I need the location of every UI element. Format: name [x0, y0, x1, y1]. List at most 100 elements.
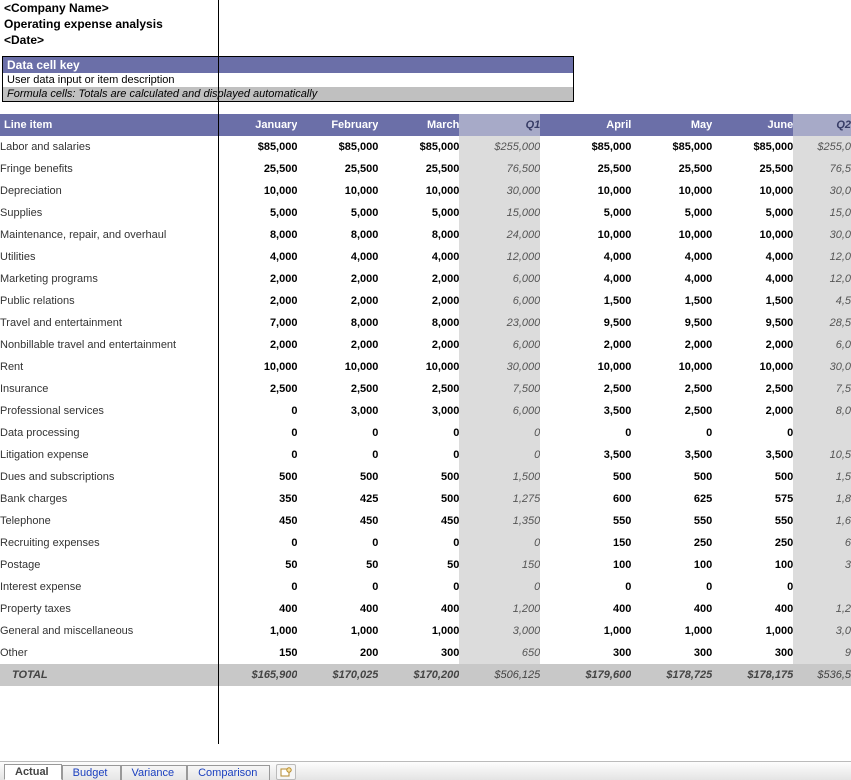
cell[interactable]: 0	[378, 422, 459, 444]
cell[interactable]: $85,000	[712, 136, 793, 158]
cell[interactable]: 2,500	[712, 378, 793, 400]
tab-comparison[interactable]: Comparison	[187, 765, 270, 780]
cell[interactable]: 8,000	[378, 224, 459, 246]
cell[interactable]: 1,000	[550, 620, 631, 642]
cell[interactable]: 0	[378, 444, 459, 466]
cell[interactable]: 3,500	[631, 444, 712, 466]
cell[interactable]: 4,000	[217, 246, 298, 268]
cell[interactable]: 2,000	[217, 334, 298, 356]
cell[interactable]: 100	[712, 554, 793, 576]
table-row[interactable]: Depreciation10,00010,00010,00030,00010,0…	[0, 180, 851, 202]
cell[interactable]: 2,000	[217, 268, 298, 290]
cell[interactable]: 2,000	[297, 290, 378, 312]
cell[interactable]: 300	[712, 642, 793, 664]
cell[interactable]: 600	[550, 488, 631, 510]
cell[interactable]: 0	[712, 576, 793, 598]
cell[interactable]: 300	[631, 642, 712, 664]
cell[interactable]: 7,000	[217, 312, 298, 334]
cell[interactable]: 0	[217, 444, 298, 466]
cell[interactable]: 9,500	[631, 312, 712, 334]
cell[interactable]: 300	[550, 642, 631, 664]
cell[interactable]: 100	[631, 554, 712, 576]
cell[interactable]: 1,500	[712, 290, 793, 312]
cell[interactable]: 2,500	[297, 378, 378, 400]
cell[interactable]: 10,000	[217, 180, 298, 202]
cell[interactable]: 10,000	[631, 356, 712, 378]
cell[interactable]: 500	[217, 466, 298, 488]
cell[interactable]: 550	[712, 510, 793, 532]
cell[interactable]: 1,000	[712, 620, 793, 642]
cell[interactable]: 8,000	[297, 224, 378, 246]
cell[interactable]: 2,500	[550, 378, 631, 400]
cell[interactable]: 8,000	[217, 224, 298, 246]
cell[interactable]: 5,000	[297, 202, 378, 224]
table-row[interactable]: Nonbillable travel and entertainment2,00…	[0, 334, 851, 356]
cell[interactable]: 0	[378, 576, 459, 598]
cell[interactable]: 0	[297, 422, 378, 444]
cell[interactable]: 400	[378, 598, 459, 620]
cell[interactable]: 0	[297, 444, 378, 466]
cell[interactable]: 250	[631, 532, 712, 554]
table-row[interactable]: Telephone4504504501,3505505505501,6	[0, 510, 851, 532]
cell[interactable]: 1,000	[297, 620, 378, 642]
cell[interactable]: 2,000	[297, 268, 378, 290]
table-row[interactable]: Insurance2,5002,5002,5007,5002,5002,5002…	[0, 378, 851, 400]
cell[interactable]: 5,000	[712, 202, 793, 224]
cell[interactable]: $85,000	[631, 136, 712, 158]
cell[interactable]: 3,500	[550, 400, 631, 422]
cell[interactable]: 25,500	[297, 158, 378, 180]
table-row[interactable]: Maintenance, repair, and overhaul8,0008,…	[0, 224, 851, 246]
cell[interactable]: 2,000	[712, 334, 793, 356]
cell[interactable]: 2,000	[712, 400, 793, 422]
cell[interactable]: 425	[297, 488, 378, 510]
cell[interactable]: 25,500	[631, 158, 712, 180]
cell[interactable]: 500	[631, 466, 712, 488]
cell[interactable]: $85,000	[550, 136, 631, 158]
cell[interactable]: 400	[297, 598, 378, 620]
cell[interactable]: 400	[550, 598, 631, 620]
cell[interactable]: 10,000	[378, 356, 459, 378]
cell[interactable]: 2,500	[217, 378, 298, 400]
cell[interactable]: 10,000	[550, 180, 631, 202]
cell[interactable]: 1,500	[631, 290, 712, 312]
table-row[interactable]: Fringe benefits25,50025,50025,50076,5002…	[0, 158, 851, 180]
table-row[interactable]: Marketing programs2,0002,0002,0006,0004,…	[0, 268, 851, 290]
cell[interactable]: 100	[550, 554, 631, 576]
cell[interactable]: 0	[631, 422, 712, 444]
table-row[interactable]: Other1502003006503003003009	[0, 642, 851, 664]
cell[interactable]: 350	[217, 488, 298, 510]
table-row[interactable]: Public relations2,0002,0002,0006,0001,50…	[0, 290, 851, 312]
table-row[interactable]: Bank charges3504255001,2756006255751,8	[0, 488, 851, 510]
cell[interactable]: 25,500	[550, 158, 631, 180]
cell[interactable]: 0	[712, 422, 793, 444]
cell[interactable]: 10,000	[550, 356, 631, 378]
cell[interactable]: 5,000	[378, 202, 459, 224]
expense-table[interactable]: Line item January February March Q1 Apri…	[0, 114, 851, 686]
cell[interactable]: 10,000	[712, 180, 793, 202]
cell[interactable]: 4,000	[378, 246, 459, 268]
cell[interactable]: 400	[712, 598, 793, 620]
table-row[interactable]: Postage5050501501001001003	[0, 554, 851, 576]
cell[interactable]: 2,000	[297, 334, 378, 356]
cell[interactable]: 9,500	[712, 312, 793, 334]
cell[interactable]: 10,000	[631, 180, 712, 202]
cell[interactable]: 4,000	[550, 268, 631, 290]
table-row[interactable]: Litigation expense00003,5003,5003,50010,…	[0, 444, 851, 466]
table-row[interactable]: Property taxes4004004001,2004004004001,2	[0, 598, 851, 620]
cell[interactable]: 10,000	[297, 180, 378, 202]
cell[interactable]: 50	[217, 554, 298, 576]
cell[interactable]: 450	[378, 510, 459, 532]
cell[interactable]: 2,000	[550, 334, 631, 356]
cell[interactable]: 50	[297, 554, 378, 576]
cell[interactable]: 575	[712, 488, 793, 510]
cell[interactable]: 10,000	[297, 356, 378, 378]
cell[interactable]: 25,500	[712, 158, 793, 180]
cell[interactable]: 400	[217, 598, 298, 620]
cell[interactable]: 4,000	[550, 246, 631, 268]
cell[interactable]: 2,000	[378, 268, 459, 290]
cell[interactable]: 500	[378, 466, 459, 488]
cell[interactable]: 0	[297, 532, 378, 554]
cell[interactable]: 8,000	[378, 312, 459, 334]
table-row[interactable]: Travel and entertainment7,0008,0008,0002…	[0, 312, 851, 334]
cell[interactable]: 500	[297, 466, 378, 488]
